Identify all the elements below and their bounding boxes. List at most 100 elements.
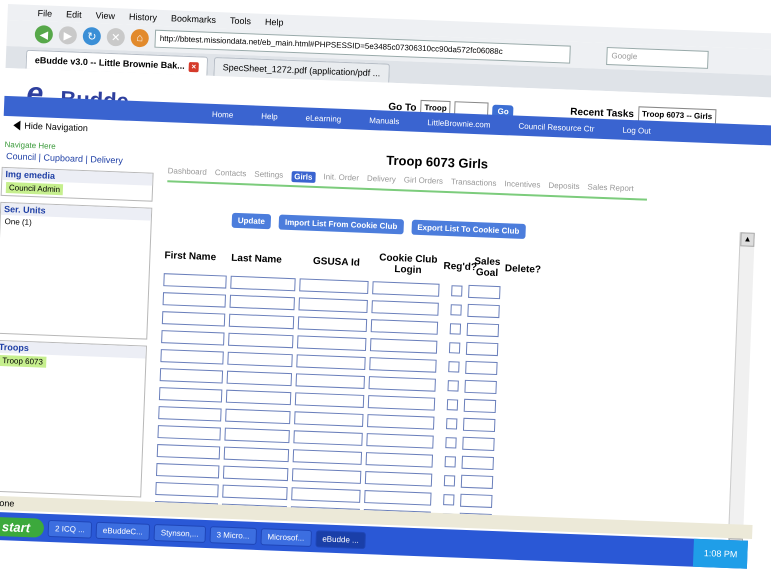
last-name-input[interactable]: [229, 294, 295, 311]
taskbar-item-ebuddec[interactable]: eBuddeC...: [95, 521, 151, 541]
close-icon[interactable]: ×: [188, 61, 199, 73]
tab-girls[interactable]: Girls: [291, 171, 316, 183]
sales-goal-input[interactable]: [460, 474, 493, 489]
tab-incentives[interactable]: Incentives: [504, 179, 540, 191]
taskbar-item-icq[interactable]: 2 ICQ ...: [47, 519, 93, 539]
regd-checkbox[interactable]: [446, 399, 458, 411]
last-name-input[interactable]: [225, 408, 291, 425]
last-name-input[interactable]: [227, 332, 294, 349]
link-cupboard[interactable]: Cupboard: [43, 152, 83, 164]
nav-logout[interactable]: Log Out: [622, 125, 651, 135]
last-name-input[interactable]: [224, 427, 290, 444]
regd-checkbox[interactable]: [450, 285, 463, 297]
regd-checkbox[interactable]: [447, 380, 459, 392]
nav-littlebrownie[interactable]: LittleBrownie.com: [427, 118, 490, 129]
gsusa-id-input[interactable]: [295, 373, 365, 389]
cookie-club-login-input[interactable]: [366, 414, 435, 430]
nav-help[interactable]: Help: [261, 111, 278, 121]
taskbar-item-stynson[interactable]: Stynson,...: [153, 523, 206, 543]
export-button[interactable]: Export List To Cookie Club: [411, 219, 526, 240]
first-name-input[interactable]: [163, 273, 227, 289]
gsusa-id-input[interactable]: [292, 449, 362, 465]
last-name-input[interactable]: [230, 275, 296, 292]
gsusa-id-input[interactable]: [296, 354, 366, 370]
sales-goal-input[interactable]: [467, 303, 500, 319]
sales-goal-input[interactable]: [464, 379, 497, 395]
cookie-club-login-input[interactable]: [368, 376, 436, 392]
gsusa-id-input[interactable]: [293, 430, 363, 446]
menu-help[interactable]: Help: [265, 17, 284, 28]
regd-checkbox[interactable]: [449, 304, 462, 316]
tab-transactions[interactable]: Transactions: [451, 177, 497, 190]
first-name-input[interactable]: [158, 387, 223, 403]
last-name-input[interactable]: [223, 446, 289, 463]
cookie-club-login-input[interactable]: [365, 433, 434, 449]
cookie-club-login-input[interactable]: [371, 281, 440, 297]
last-name-input[interactable]: [226, 370, 292, 387]
taskbar-item-microsoft[interactable]: Microsof...: [260, 527, 312, 547]
tab-dashboard[interactable]: Dashboard: [167, 166, 207, 178]
cookie-club-login-input[interactable]: [367, 395, 435, 411]
cookie-club-login-input[interactable]: [363, 490, 432, 506]
cookie-club-login-input[interactable]: [369, 338, 437, 354]
stop-icon[interactable]: ✕: [106, 27, 126, 47]
sales-goal-input[interactable]: [466, 322, 499, 338]
gsusa-id-input[interactable]: [298, 297, 368, 314]
nav-manuals[interactable]: Manuals: [369, 115, 400, 125]
cookie-club-login-input[interactable]: [365, 452, 433, 468]
cookie-club-login-input[interactable]: [368, 357, 437, 373]
gsusa-id-input[interactable]: [297, 316, 367, 332]
regd-checkbox[interactable]: [449, 323, 461, 335]
tab-deposits[interactable]: Deposits: [548, 181, 579, 193]
menu-edit[interactable]: Edit: [66, 9, 82, 20]
org-item[interactable]: Council Admin: [5, 182, 64, 196]
start-button[interactable]: start: [0, 516, 45, 538]
gsusa-id-input[interactable]: [291, 468, 362, 484]
gsusa-id-input[interactable]: [296, 335, 367, 351]
scroll-up-icon[interactable]: ▲: [740, 232, 755, 247]
back-icon[interactable]: ◀: [34, 25, 54, 44]
first-name-input[interactable]: [162, 292, 226, 308]
sales-goal-input[interactable]: [463, 417, 496, 432]
first-name-input[interactable]: [159, 368, 224, 384]
first-name-input[interactable]: [161, 311, 226, 327]
import-button[interactable]: Import List From Cookie Club: [278, 214, 404, 235]
first-name-input[interactable]: [158, 406, 222, 422]
last-name-input[interactable]: [228, 313, 295, 330]
cookie-club-login-input[interactable]: [370, 319, 438, 335]
last-name-input[interactable]: [222, 484, 288, 501]
tab-contacts[interactable]: Contacts: [215, 168, 247, 180]
update-button[interactable]: Update: [231, 212, 272, 230]
regd-checkbox[interactable]: [447, 361, 460, 373]
first-name-input[interactable]: [155, 463, 220, 479]
home-icon[interactable]: ⌂: [130, 28, 150, 48]
gsusa-id-input[interactable]: [293, 411, 364, 427]
gsusa-id-input[interactable]: [291, 487, 361, 503]
taskbar-item-micro[interactable]: 3 Micro...: [209, 525, 257, 545]
last-name-input[interactable]: [222, 465, 289, 482]
nav-home[interactable]: Home: [212, 109, 234, 119]
tab-delivery[interactable]: Delivery: [367, 174, 396, 186]
cookie-club-login-input[interactable]: [364, 471, 432, 487]
first-name-input[interactable]: [156, 444, 221, 460]
gsusa-id-input[interactable]: [299, 278, 369, 295]
sales-goal-input[interactable]: [465, 360, 498, 376]
link-council[interactable]: Council: [6, 151, 36, 162]
link-delivery[interactable]: Delivery: [90, 154, 123, 165]
sales-goal-input[interactable]: [461, 455, 494, 470]
sales-goal-input[interactable]: [466, 341, 498, 357]
menu-bookmarks[interactable]: Bookmarks: [171, 13, 216, 25]
forward-icon[interactable]: ▶: [58, 25, 78, 45]
tab-sales-report[interactable]: Sales Report: [587, 182, 634, 195]
taskbar-item-ebudde[interactable]: eBudde ...: [315, 529, 367, 549]
regd-checkbox[interactable]: [445, 418, 457, 430]
sales-goal-input[interactable]: [468, 284, 501, 300]
menu-history[interactable]: History: [129, 12, 157, 23]
regd-checkbox[interactable]: [448, 342, 460, 354]
first-name-input[interactable]: [155, 482, 219, 498]
last-name-input[interactable]: [225, 389, 292, 406]
menu-view[interactable]: View: [95, 10, 115, 21]
tab-girl-orders[interactable]: Girl Orders: [404, 175, 443, 187]
regd-checkbox[interactable]: [444, 456, 456, 468]
tab-settings[interactable]: Settings: [254, 170, 283, 182]
